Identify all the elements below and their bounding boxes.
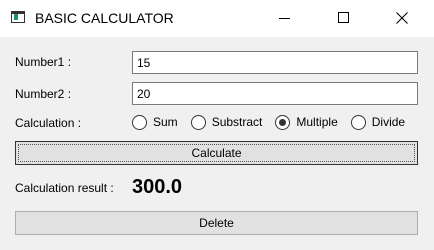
minimize-icon [279, 18, 290, 19]
radio-option-divide[interactable]: Divide [350, 114, 405, 130]
radio-button-divide[interactable] [350, 114, 366, 130]
calculate-button[interactable]: Calculate [15, 141, 418, 165]
close-icon [396, 12, 408, 24]
radio-button-multiple[interactable] [275, 114, 291, 130]
radio-label-sum[interactable]: Sum [153, 115, 178, 129]
radio-button-substract[interactable] [190, 114, 206, 130]
close-button[interactable] [379, 0, 425, 37]
app-icon [11, 11, 25, 23]
delete-button[interactable]: Delete [15, 211, 418, 235]
result-value: 300.0 [132, 176, 183, 198]
minimize-button[interactable] [262, 0, 308, 37]
radio-button-sum[interactable] [132, 114, 147, 130]
radio-option-multiple[interactable]: Multiple [275, 114, 338, 130]
radio-label-multiple[interactable]: Multiple [296, 115, 337, 129]
calculation-label: Calculation : [15, 116, 82, 130]
number2-input[interactable] [132, 82, 418, 105]
number1-label: Number1 : [15, 55, 72, 69]
calculator-window: BASIC CALCULATOR Number1 : Number2 : Cal… [0, 0, 434, 250]
title-bar[interactable]: BASIC CALCULATOR [0, 0, 434, 37]
radio-label-divide[interactable]: Divide [372, 115, 405, 129]
maximize-button[interactable] [320, 0, 366, 37]
maximize-icon [338, 12, 349, 23]
result-label: Calculation result : [15, 181, 114, 195]
calculation-radio-group: Sum Substract Multiple Divide [132, 112, 405, 132]
window-title: BASIC CALCULATOR [35, 10, 174, 26]
number2-label: Number2 : [15, 87, 72, 101]
radio-label-substract[interactable]: Substract [212, 115, 263, 129]
radio-option-sum[interactable]: Sum [132, 114, 178, 130]
radio-option-substract[interactable]: Substract [190, 114, 263, 130]
number1-input[interactable] [132, 51, 418, 74]
